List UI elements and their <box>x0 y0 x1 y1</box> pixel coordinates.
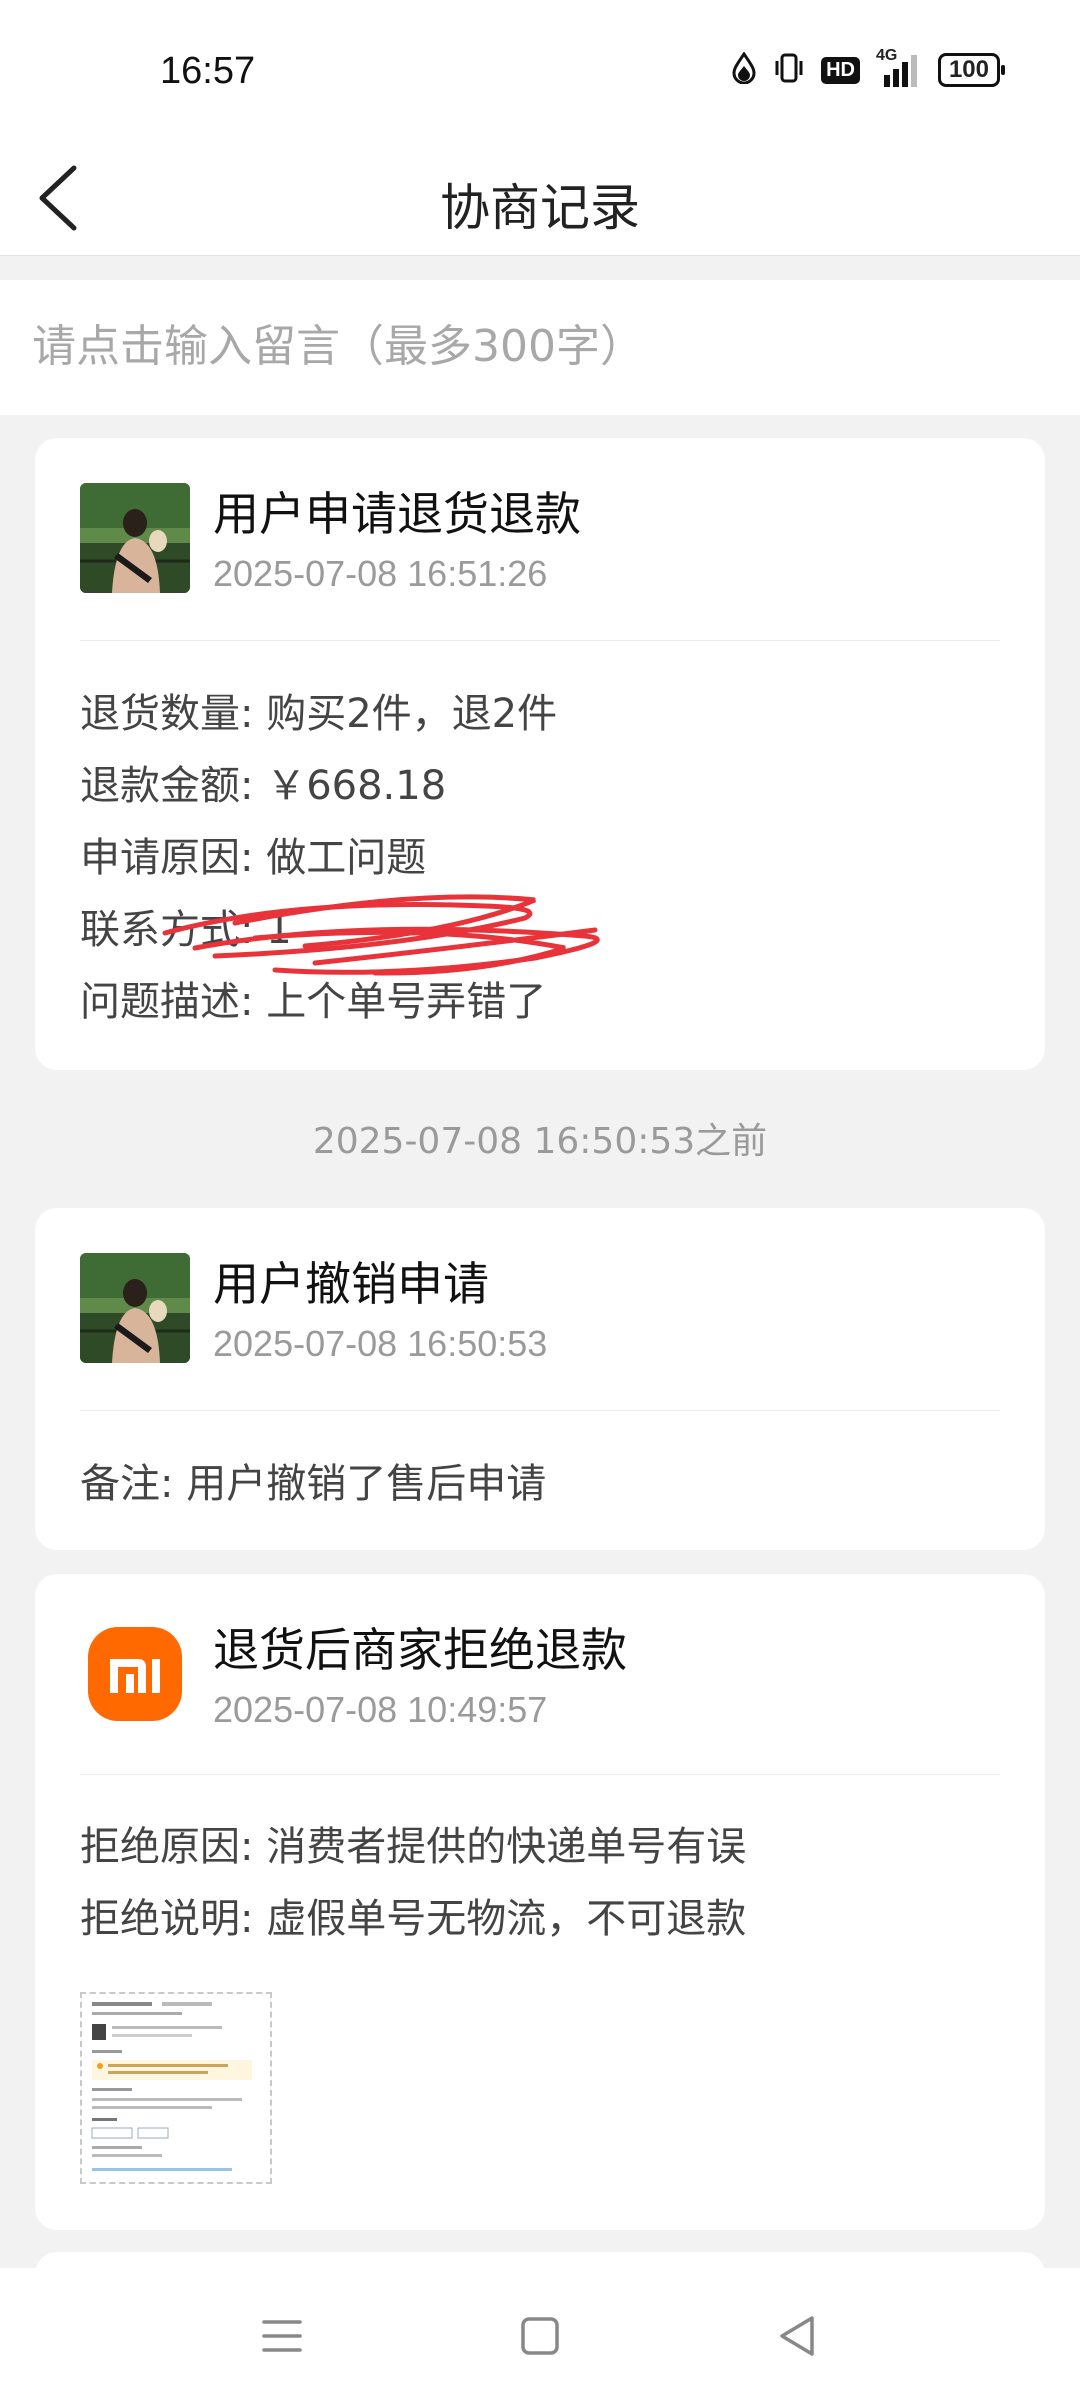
battery-icon: 100 <box>937 53 1006 87</box>
water-drop-icon <box>731 51 757 88</box>
menu-icon <box>262 2320 302 2352</box>
record-card-merchant-refuse: 退货后商家拒绝退款 2025-07-08 10:49:57 拒绝原因: 消费者提… <box>35 1574 1045 2230</box>
refuse-reason: 拒绝原因: 消费者提供的快递单号有误 <box>80 1824 747 1870</box>
record-title: 退货后商家拒绝退款 <box>213 1623 627 1677</box>
return-quantity: 退货数量: 购买2件，退2件 <box>80 691 558 737</box>
user-avatar <box>80 483 190 593</box>
signal-icon: 4G <box>876 47 922 87</box>
home-square-icon <box>521 2317 559 2355</box>
status-bar: 16:57 HD 4G 100 <box>0 0 1080 140</box>
refuse-explanation: 拒绝说明: 虚假单号无物流，不可退款 <box>80 1896 747 1942</box>
message-input-area <box>0 280 1080 415</box>
nav-menu-button[interactable] <box>252 2308 312 2364</box>
back-triangle-icon <box>780 2316 814 2356</box>
divider <box>80 640 1000 641</box>
page-title: 协商记录 <box>440 179 640 237</box>
status-time: 16:57 <box>160 50 256 92</box>
vibrate-icon <box>773 52 805 88</box>
record-card-cancel: 用户撤销申请 2025-07-08 16:50:53 备注: 用户撤销了售后申请 <box>35 1208 1045 1550</box>
status-icons: HD 4G 100 <box>731 47 1006 88</box>
record-card-return-request: 用户申请退货退款 2025-07-08 16:51:26 退货数量: 购买2件，… <box>35 438 1045 1070</box>
problem-description: 问题描述: 上个单号弄错了 <box>80 979 547 1025</box>
network-type: 4G <box>875 47 898 64</box>
record-title: 用户撤销申请 <box>213 1257 489 1311</box>
refund-amount: 退款金额: ￥668.18 <box>80 763 447 809</box>
title-bar: 协商记录 <box>0 140 1080 256</box>
apply-reason: 申请原因: 做工问题 <box>80 835 427 881</box>
remark: 备注: 用户撤销了售后申请 <box>80 1461 547 1507</box>
separator-time: 2025-07-08 16:50:53之前 <box>312 1121 768 1162</box>
record-title: 用户申请退货退款 <box>213 487 581 541</box>
hd-icon: HD <box>821 56 860 84</box>
nav-back-button[interactable] <box>768 2308 828 2364</box>
user-avatar <box>80 1253 190 1363</box>
system-nav-bar <box>0 2268 1080 2400</box>
divider <box>80 1410 1000 1411</box>
record-time: 2025-07-08 10:49:57 <box>213 1689 548 1730</box>
mi-logo <box>80 1619 190 1729</box>
attachment-thumbnail[interactable] <box>80 1992 272 2184</box>
record-time: 2025-07-08 16:51:26 <box>213 553 548 594</box>
divider <box>80 1774 1000 1775</box>
nav-home-button[interactable] <box>510 2308 570 2364</box>
message-input[interactable] <box>30 310 1034 382</box>
record-time: 2025-07-08 16:50:53 <box>213 1323 548 1364</box>
